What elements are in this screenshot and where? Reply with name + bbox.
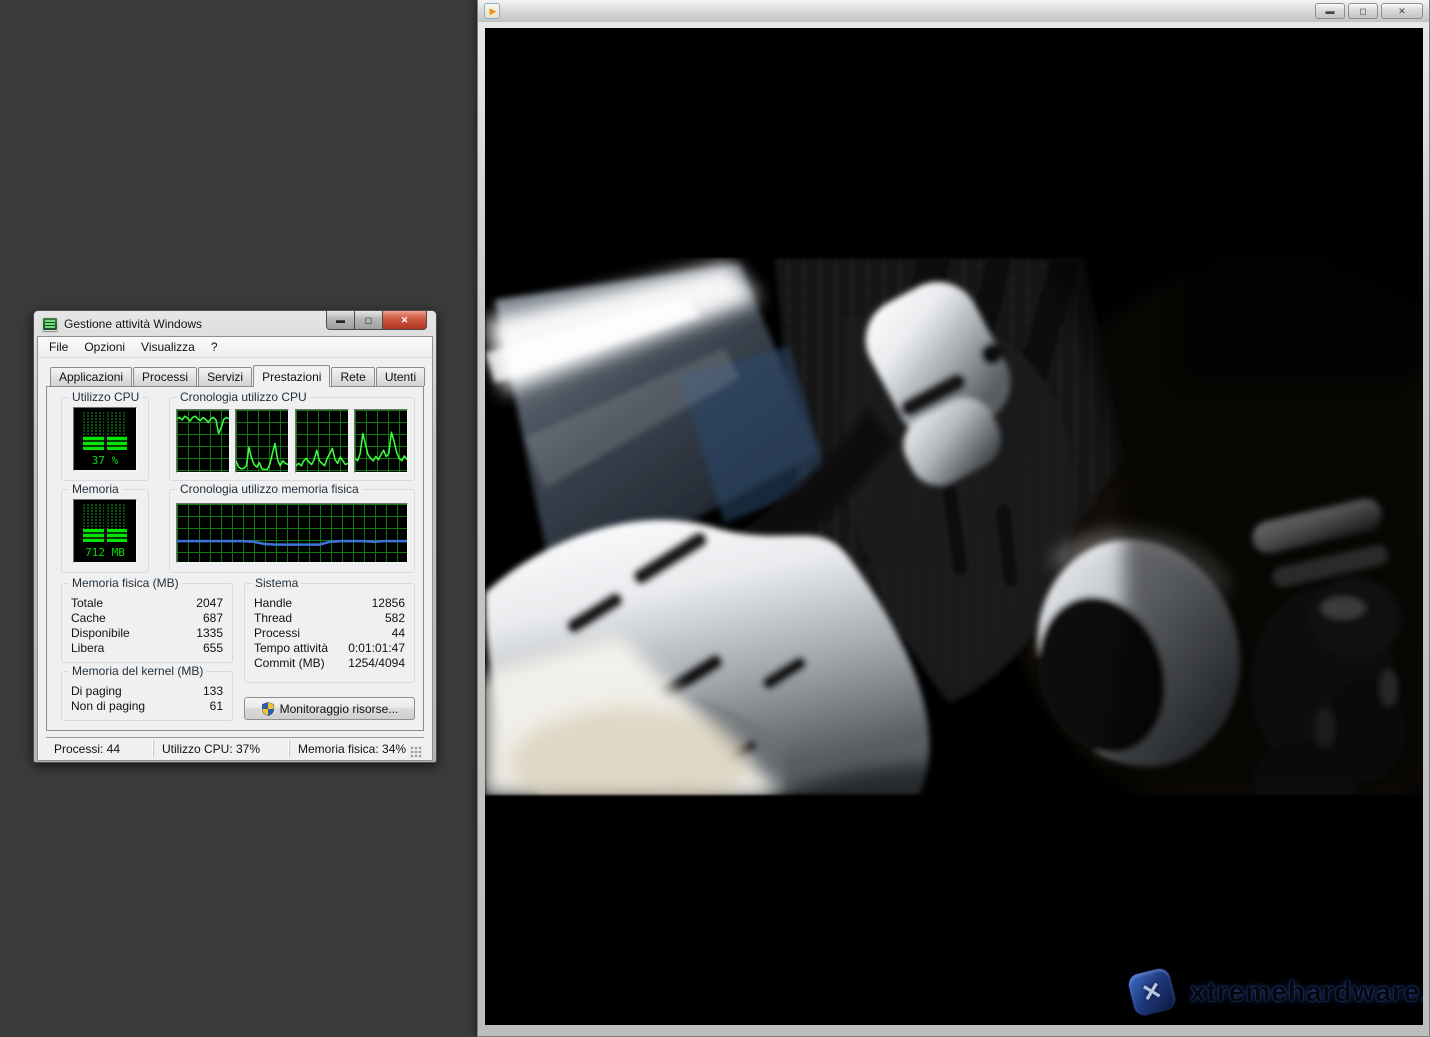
kernel-memory-group: Memoria del kernel (MB) Di paging133Non … bbox=[61, 671, 233, 721]
cpu-usage-label: Utilizzo CPU bbox=[69, 390, 142, 404]
cpu-core3-graph bbox=[295, 409, 349, 473]
status-physical-memory: Memoria fisica: 34% bbox=[289, 741, 424, 758]
tab-rete[interactable]: Rete bbox=[331, 367, 374, 386]
status-bar: Processi: 44 Utilizzo CPU: 37% Memoria f… bbox=[46, 737, 424, 760]
system-group: Sistema Handle12856Thread582Processi44Te… bbox=[244, 583, 415, 683]
player-titlebar[interactable]: ▶ ▬ ◻ ✕ bbox=[478, 0, 1429, 22]
cpu-usage-group: Utilizzo CPU 37 % bbox=[61, 397, 149, 481]
status-cpu-usage: Utilizzo CPU: 37% bbox=[153, 741, 289, 758]
memory-meter: 712 MB bbox=[73, 499, 137, 563]
x-logo: ✕ bbox=[1125, 965, 1178, 1018]
physical-memory-group: Memoria fisica (MB) Totale2047Cache687Di… bbox=[61, 583, 233, 663]
cpu-history-group: Cronologia utilizzo CPU bbox=[169, 397, 415, 481]
info-row: Commit (MB)1254/4094 bbox=[254, 656, 405, 671]
info-row: Cache687 bbox=[71, 611, 223, 626]
resize-grip-icon[interactable] bbox=[410, 746, 422, 758]
cpu-core1-graph bbox=[176, 409, 230, 473]
memory-history-label: Cronologia utilizzo memoria fisica bbox=[177, 482, 362, 496]
menu-bar: File Opzioni Visualizza ? bbox=[38, 337, 432, 358]
video-content-area[interactable]: ✕ xtremehardware.it bbox=[485, 28, 1423, 1025]
menu-help[interactable]: ? bbox=[203, 338, 226, 356]
tab-servizi[interactable]: Servizi bbox=[198, 367, 252, 386]
physical-memory-label: Memoria fisica (MB) bbox=[69, 576, 182, 590]
tab-strip: Applicazioni Processi Servizi Prestazion… bbox=[46, 364, 424, 386]
play-icon: ▶ bbox=[484, 3, 500, 19]
desktop: ▶ ▬ ◻ ✕ bbox=[0, 0, 1430, 1037]
resource-monitor-button[interactable]: Monitoraggio risorse... bbox=[244, 697, 415, 720]
memory-group: Memoria 712 MB bbox=[61, 489, 149, 573]
maximize-icon[interactable]: ◻ bbox=[354, 311, 383, 330]
system-label: Sistema bbox=[252, 576, 301, 590]
maximize-icon[interactable]: ◻ bbox=[1348, 3, 1378, 19]
task-manager-titlebar[interactable]: Gestione attività Windows ▬ ◻ ✕ bbox=[37, 311, 433, 336]
info-row: Non di paging61 bbox=[71, 699, 223, 714]
memory-history-graph bbox=[176, 503, 408, 563]
close-icon[interactable]: ✕ bbox=[382, 311, 427, 330]
cpu-history-label: Cronologia utilizzo CPU bbox=[177, 390, 310, 404]
info-row: Processi44 bbox=[254, 626, 405, 641]
info-row: Totale2047 bbox=[71, 596, 223, 611]
uac-shield-icon bbox=[261, 702, 275, 716]
task-manager-window: Gestione attività Windows ▬ ◻ ✕ File Opz… bbox=[33, 310, 437, 763]
tab-prestazioni[interactable]: Prestazioni bbox=[253, 365, 330, 387]
performance-tab-page: Utilizzo CPU 37 % Cronologia utilizzo CP… bbox=[46, 386, 424, 731]
watermark: ✕ xtremehardware.it bbox=[1130, 970, 1423, 1014]
task-manager-icon bbox=[42, 317, 58, 331]
info-row: Thread582 bbox=[254, 611, 405, 626]
menu-file[interactable]: File bbox=[41, 338, 76, 356]
status-processes: Processi: 44 bbox=[46, 741, 153, 758]
info-row: Tempo attività0:01:01:47 bbox=[254, 641, 405, 656]
cpu-core4-graph bbox=[354, 409, 408, 473]
video-player-window: ▶ ▬ ◻ ✕ bbox=[477, 0, 1430, 1037]
tab-processi[interactable]: Processi bbox=[133, 367, 197, 386]
cpu-usage-meter: 37 % bbox=[73, 407, 137, 471]
watermark-text: xtremehardware.it bbox=[1190, 976, 1423, 1008]
kernel-memory-label: Memoria del kernel (MB) bbox=[69, 664, 206, 678]
minimize-icon[interactable]: ▬ bbox=[326, 311, 355, 330]
menu-options[interactable]: Opzioni bbox=[76, 338, 133, 356]
window-title: Gestione attività Windows bbox=[64, 317, 202, 331]
memory-history-group: Cronologia utilizzo memoria fisica bbox=[169, 489, 415, 573]
resource-monitor-label: Monitoraggio risorse... bbox=[280, 702, 399, 716]
close-icon[interactable]: ✕ bbox=[1381, 3, 1423, 19]
menu-view[interactable]: Visualizza bbox=[133, 338, 203, 356]
memory-value: 712 MB bbox=[74, 546, 136, 559]
nanosuit-scene bbox=[485, 258, 1423, 795]
cpu-core2-graph bbox=[235, 409, 289, 473]
video-frame bbox=[485, 258, 1423, 795]
tab-applicazioni[interactable]: Applicazioni bbox=[50, 367, 132, 386]
memory-label: Memoria bbox=[69, 482, 122, 496]
cpu-usage-value: 37 % bbox=[74, 454, 136, 467]
info-row: Di paging133 bbox=[71, 684, 223, 699]
minimize-icon[interactable]: ▬ bbox=[1315, 3, 1345, 19]
info-row: Disponibile1335 bbox=[71, 626, 223, 641]
tab-utenti[interactable]: Utenti bbox=[376, 367, 425, 386]
info-row: Handle12856 bbox=[254, 596, 405, 611]
info-row: Libera655 bbox=[71, 641, 223, 656]
